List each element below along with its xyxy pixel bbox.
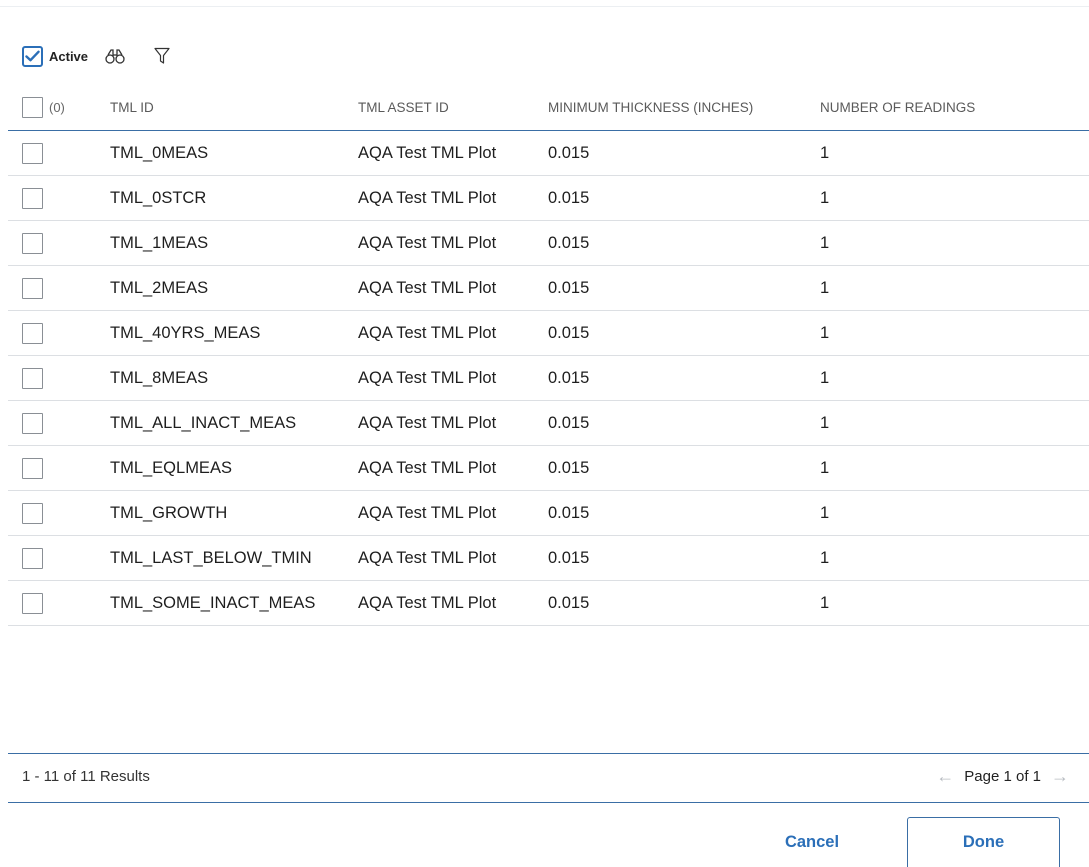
tml-asset-id-cell: AQA Test TML Plot (358, 188, 497, 207)
number-of-readings-cell: 1 (820, 593, 830, 612)
tml-id-cell: TML_40YRS_MEAS (110, 323, 261, 342)
minimum-thickness-cell: 0.015 (548, 548, 590, 567)
table-row[interactable]: TML_ALL_INACT_MEAS AQA Test TML Plot 0.0… (8, 401, 1089, 446)
number-of-readings-cell: 1 (820, 278, 830, 297)
minimum-thickness-cell: 0.015 (548, 233, 590, 252)
tml-asset-id-cell: AQA Test TML Plot (358, 548, 497, 567)
tml-id-cell: TML_1MEAS (110, 233, 209, 252)
table-row[interactable]: TML_8MEAS AQA Test TML Plot 0.015 1 (8, 356, 1089, 401)
column-header-tml-id[interactable]: TML ID (110, 100, 358, 115)
number-of-readings-cell: 1 (820, 458, 830, 477)
minimum-thickness-cell: 0.015 (548, 458, 590, 477)
cancel-button[interactable]: Cancel (772, 818, 852, 866)
number-of-readings-cell: 1 (820, 413, 830, 432)
table-row[interactable]: TML_GROWTH AQA Test TML Plot 0.015 1 (8, 491, 1089, 536)
tml-id-cell: TML_GROWTH (110, 503, 228, 522)
top-divider (0, 6, 1089, 7)
tml-asset-id-cell: AQA Test TML Plot (358, 233, 497, 252)
table-row[interactable]: TML_0STCR AQA Test TML Plot 0.015 1 (8, 176, 1089, 221)
column-header-tml-asset-id[interactable]: TML ASSET ID (358, 100, 548, 115)
tml-grid: (0) TML ID TML ASSET ID MINIMUM THICKNES… (8, 84, 1089, 626)
minimum-thickness-cell: 0.015 (548, 368, 590, 387)
minimum-thickness-cell: 0.015 (548, 593, 590, 612)
pagination: ← Page 1 of 1 → (936, 766, 1069, 787)
tml-id-cell: TML_2MEAS (110, 278, 209, 297)
arrow-left-icon[interactable]: ← (936, 766, 954, 787)
minimum-thickness-cell: 0.015 (548, 413, 590, 432)
tml-asset-id-cell: AQA Test TML Plot (358, 368, 497, 387)
arrow-right-icon[interactable]: → (1051, 766, 1069, 787)
tml-asset-id-cell: AQA Test TML Plot (358, 323, 497, 342)
tml-asset-id-cell: AQA Test TML Plot (358, 413, 497, 432)
tml-asset-id-cell: AQA Test TML Plot (358, 458, 497, 477)
done-button[interactable]: Done (907, 817, 1060, 867)
table-row[interactable]: TML_EQLMEAS AQA Test TML Plot 0.015 1 (8, 446, 1089, 491)
row-checkbox[interactable] (22, 142, 43, 164)
minimum-thickness-cell: 0.015 (548, 278, 590, 297)
tml-id-cell: TML_SOME_INACT_MEAS (110, 593, 316, 612)
checkmark-icon (25, 50, 40, 62)
column-header-minimum-thickness[interactable]: MINIMUM THICKNESS (INCHES) (548, 100, 820, 115)
number-of-readings-cell: 1 (820, 368, 830, 387)
tml-id-cell: TML_0STCR (110, 188, 207, 207)
tml-asset-id-cell: AQA Test TML Plot (358, 503, 497, 522)
table-row[interactable]: TML_2MEAS AQA Test TML Plot 0.015 1 (8, 266, 1089, 311)
number-of-readings-cell: 1 (820, 143, 830, 162)
row-checkbox[interactable] (22, 367, 43, 389)
minimum-thickness-cell: 0.015 (548, 188, 590, 207)
footer-divider (8, 753, 1089, 754)
table-row[interactable]: TML_0MEAS AQA Test TML Plot 0.015 1 (8, 131, 1089, 176)
row-checkbox[interactable] (22, 322, 43, 344)
grid-header: (0) TML ID TML ASSET ID MINIMUM THICKNES… (8, 84, 1089, 131)
tml-id-cell: TML_8MEAS (110, 368, 209, 387)
funnel-icon[interactable] (154, 47, 170, 65)
binoculars-icon[interactable] (104, 47, 126, 65)
tml-id-cell: TML_EQLMEAS (110, 458, 232, 477)
tml-id-cell: TML_0MEAS (110, 143, 209, 162)
results-count: 1 - 11 of 11 Results (22, 768, 150, 785)
number-of-readings-cell: 1 (820, 323, 830, 342)
row-checkbox[interactable] (22, 412, 43, 434)
row-checkbox[interactable] (22, 592, 43, 614)
number-of-readings-cell: 1 (820, 548, 830, 567)
select-all-checkbox[interactable] (22, 96, 43, 118)
row-checkbox[interactable] (22, 187, 43, 209)
page-indicator: Page 1 of 1 (964, 768, 1041, 785)
tml-asset-id-cell: AQA Test TML Plot (358, 278, 497, 297)
minimum-thickness-cell: 0.015 (548, 503, 590, 522)
minimum-thickness-cell: 0.015 (548, 143, 590, 162)
row-checkbox[interactable] (22, 502, 43, 524)
row-checkbox[interactable] (22, 547, 43, 569)
active-checkbox[interactable] (22, 45, 43, 67)
row-checkbox[interactable] (22, 277, 43, 299)
tml-asset-id-cell: AQA Test TML Plot (358, 593, 497, 612)
active-label: Active (49, 48, 89, 64)
selected-count: (0) (49, 99, 65, 115)
tml-id-cell: TML_LAST_BELOW_TMIN (110, 548, 312, 567)
row-checkbox[interactable] (22, 232, 43, 254)
table-row[interactable]: TML_LAST_BELOW_TMIN AQA Test TML Plot 0.… (8, 536, 1089, 581)
minimum-thickness-cell: 0.015 (548, 323, 590, 342)
grid-toolbar: Active (22, 41, 170, 71)
column-header-number-of-readings[interactable]: NUMBER OF READINGS (820, 100, 1089, 115)
table-row[interactable]: TML_1MEAS AQA Test TML Plot 0.015 1 (8, 221, 1089, 266)
row-checkbox[interactable] (22, 457, 43, 479)
tml-asset-id-cell: AQA Test TML Plot (358, 143, 497, 162)
table-row[interactable]: TML_40YRS_MEAS AQA Test TML Plot 0.015 1 (8, 311, 1089, 356)
tml-id-cell: TML_ALL_INACT_MEAS (110, 413, 297, 432)
table-row[interactable]: TML_SOME_INACT_MEAS AQA Test TML Plot 0.… (8, 581, 1089, 626)
actions-divider (8, 802, 1089, 803)
number-of-readings-cell: 1 (820, 503, 830, 522)
number-of-readings-cell: 1 (820, 233, 830, 252)
number-of-readings-cell: 1 (820, 188, 830, 207)
